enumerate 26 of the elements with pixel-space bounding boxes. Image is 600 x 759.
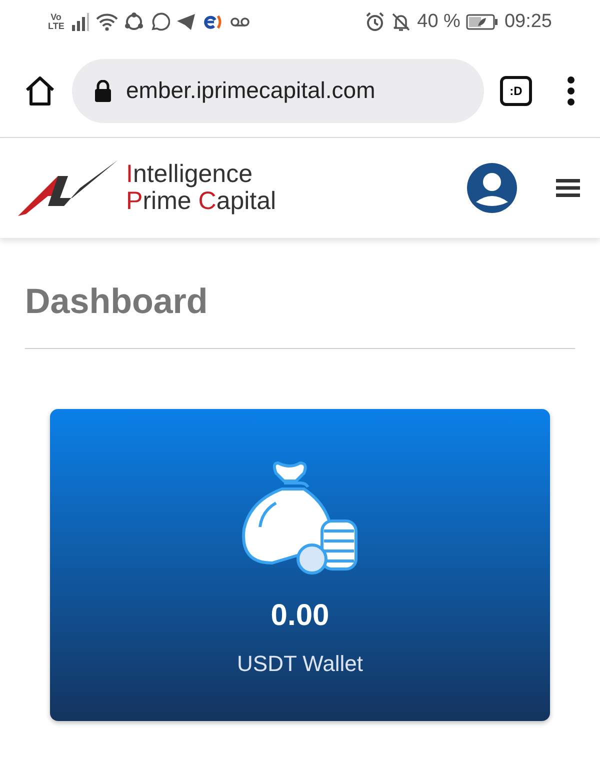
- logo-text: Intelligence: [126, 161, 254, 188]
- home-icon[interactable]: [24, 76, 56, 106]
- page-title: Dashboard: [25, 282, 209, 322]
- battery-percent: 40 %: [417, 11, 460, 33]
- app-icon: [202, 13, 224, 31]
- user-avatar-icon[interactable]: [466, 162, 518, 214]
- tab-count-button[interactable]: :D: [500, 76, 532, 106]
- address-bar[interactable]: ember.iprimecapital.com: [72, 58, 484, 122]
- muted-bell-icon: [391, 12, 412, 32]
- money-bag-icon: [242, 459, 358, 577]
- alarm-icon: [365, 12, 386, 32]
- lock-icon: [94, 80, 112, 102]
- wallet-balance: 0.00: [270, 599, 330, 633]
- network-type-label: Vo LTE: [48, 13, 64, 31]
- battery-icon: [466, 14, 498, 30]
- paper-plane-icon: [176, 13, 196, 31]
- more-options-icon[interactable]: [566, 76, 576, 106]
- share-icon: [124, 12, 144, 32]
- voicemail-icon: [230, 16, 250, 28]
- wifi-icon: [96, 13, 118, 31]
- menu-icon[interactable]: [556, 178, 580, 198]
- signal-icon: [70, 13, 90, 31]
- logo-text: Prime Capital: [126, 188, 276, 215]
- wallet-label: USDT Wallet: [237, 651, 363, 677]
- clock-time: 09:25: [504, 11, 552, 33]
- chat-bubble-icon: [150, 12, 170, 32]
